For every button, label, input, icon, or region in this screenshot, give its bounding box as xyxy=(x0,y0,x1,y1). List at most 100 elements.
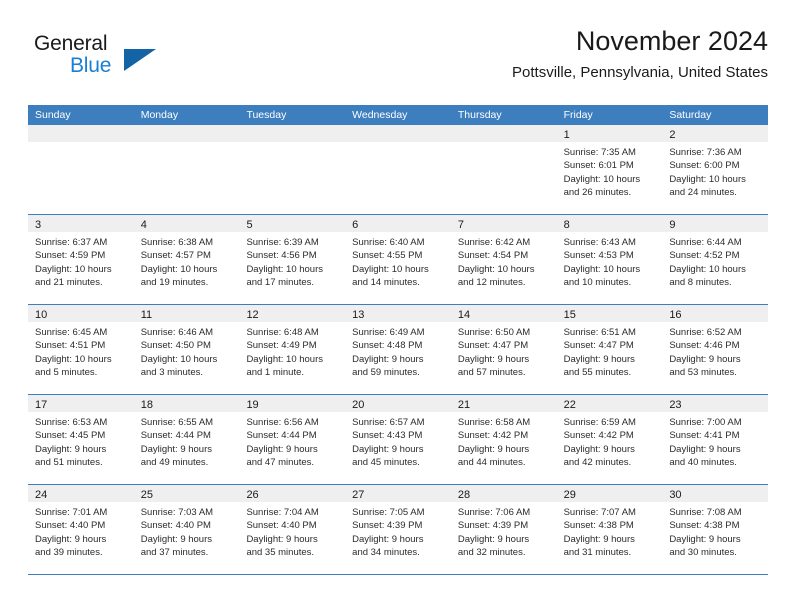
sunset-text: Sunset: 4:57 PM xyxy=(140,250,211,262)
sunrise-text: Sunrise: 6:45 AM xyxy=(35,327,108,338)
page-title: November 2024 xyxy=(575,26,768,56)
generalblue-logo[interactable]: General Blue xyxy=(34,32,214,88)
day-cell[interactable]: 16 Sunrise: 6:52 AM Sunset: 4:46 PM Dayligh… xyxy=(662,305,769,394)
weekday-wednesday: Wednesday xyxy=(352,109,408,121)
day-cell[interactable]: 23 Sunrise: 7:00 AM Sunset: 4:41 PM Dayligh… xyxy=(662,395,769,484)
daylight-text-2: and 32 minutes. xyxy=(457,547,526,559)
sunrise-text: Sunrise: 7:03 AM xyxy=(140,507,214,518)
day-cell[interactable]: 5 Sunrise: 6:39 AM Sunset: 4:56 PM Daylight… xyxy=(239,215,346,304)
sunset-text: Sunset: 4:55 PM xyxy=(352,250,423,262)
day-cell-empty xyxy=(345,125,451,214)
day-number: 30 xyxy=(669,489,682,501)
day-number-band: 6 xyxy=(345,215,451,232)
day-cell[interactable]: 20 Sunrise: 6:57 AM Sunset: 4:43 PM Dayligh… xyxy=(345,395,451,484)
day-cell[interactable]: 18 Sunrise: 6:55 AM Sunset: 4:44 PM Dayligh… xyxy=(133,395,240,484)
day-cell[interactable]: 1 Sunrise: 7:35 AM Sunset: 6:01 PM Daylight… xyxy=(556,125,663,214)
day-number: 15 xyxy=(563,309,576,321)
day-cell[interactable]: 12 Sunrise: 6:48 AM Sunset: 4:49 PM Dayligh… xyxy=(239,305,346,394)
week-row: 17 Sunrise: 6:53 AM Sunset: 4:45 PM Dayligh… xyxy=(28,395,769,485)
day-number: 14 xyxy=(457,309,471,321)
sunset-text: Sunset: 6:01 PM xyxy=(563,160,634,172)
sunset-text: Sunset: 4:40 PM xyxy=(35,520,106,532)
daylight-text-2: and 5 minutes. xyxy=(35,367,98,379)
day-cell[interactable]: 17 Sunrise: 6:53 AM Sunset: 4:45 PM Dayligh… xyxy=(28,395,134,484)
day-cell[interactable]: 10 Sunrise: 6:45 AM Sunset: 4:51 PM Dayligh… xyxy=(28,305,134,394)
day-number: 8 xyxy=(563,219,570,231)
day-number: 29 xyxy=(563,489,576,501)
sunset-text: Sunset: 4:45 PM xyxy=(35,430,106,442)
day-number: 21 xyxy=(457,399,471,411)
day-details: Sunrise: 6:43 AM Sunset: 4:53 PM Daylight:… xyxy=(557,232,663,290)
daylight-text-1: Daylight: 9 hours xyxy=(563,353,635,365)
daylight-text-2: and 3 minutes. xyxy=(140,367,204,379)
day-number: 24 xyxy=(35,489,48,501)
sunrise-text: Sunrise: 7:06 AM xyxy=(457,507,531,518)
day-details: Sunrise: 7:06 AM Sunset: 4:39 PM Daylight:… xyxy=(451,502,557,560)
day-cell[interactable]: 8 Sunrise: 6:43 AM Sunset: 4:53 PM Daylight… xyxy=(556,215,663,304)
sunrise-text: Sunrise: 6:46 AM xyxy=(140,327,214,338)
sunset-text: Sunset: 4:44 PM xyxy=(140,430,211,442)
title-block: November 2024 Pottsville, Pennsylvania, … xyxy=(512,24,768,84)
day-number-band: 15 xyxy=(556,305,663,322)
day-cell[interactable]: 7 Sunrise: 6:42 AM Sunset: 4:54 PM Daylight… xyxy=(450,215,557,304)
day-cell[interactable]: 25 Sunrise: 7:03 AM Sunset: 4:40 PM Dayligh… xyxy=(133,485,240,574)
day-number-band xyxy=(133,125,240,142)
day-cell-empty xyxy=(450,125,557,214)
weekday-monday: Monday xyxy=(140,109,179,121)
day-cell[interactable]: 9 Sunrise: 6:44 AM Sunset: 4:52 PM Daylight… xyxy=(662,215,769,304)
day-cell[interactable]: 11 Sunrise: 6:46 AM Sunset: 4:50 PM Dayligh… xyxy=(133,305,240,394)
day-number: 11 xyxy=(140,309,153,321)
day-cell[interactable]: 15 Sunrise: 6:51 AM Sunset: 4:47 PM Dayligh… xyxy=(556,305,663,394)
week-row: 1 Sunrise: 7:35 AM Sunset: 6:01 PM Daylight… xyxy=(28,125,769,215)
day-details: Sunrise: 6:39 AM Sunset: 4:56 PM Daylight:… xyxy=(239,232,345,290)
daylight-text-1: Daylight: 10 hours xyxy=(246,353,324,365)
daylight-text-1: Daylight: 9 hours xyxy=(35,533,107,545)
day-cell[interactable]: 2 Sunrise: 7:36 AM Sunset: 6:00 PM Daylight… xyxy=(662,125,769,214)
daylight-text-1: Daylight: 9 hours xyxy=(246,533,318,545)
calendar-grid: Sunday Monday Tuesday Wednesday Thursday… xyxy=(28,105,769,575)
daylight-text-1: Daylight: 10 hours xyxy=(563,263,641,275)
sunset-text: Sunset: 4:47 PM xyxy=(457,340,529,352)
day-cell[interactable]: 28 Sunrise: 7:06 AM Sunset: 4:39 PM Dayligh… xyxy=(450,485,557,574)
day-number-band: 17 xyxy=(28,395,134,412)
sunrise-text: Sunrise: 6:56 AM xyxy=(246,417,319,428)
day-cell[interactable]: 22 Sunrise: 6:59 AM Sunset: 4:42 PM Dayligh… xyxy=(556,395,663,484)
day-cell[interactable]: 14 Sunrise: 6:50 AM Sunset: 4:47 PM Dayligh… xyxy=(450,305,557,394)
daylight-text-2: and 42 minutes. xyxy=(563,457,632,469)
sunset-text: Sunset: 4:54 PM xyxy=(457,250,529,262)
daylight-text-1: Daylight: 9 hours xyxy=(563,443,635,455)
day-details xyxy=(28,142,134,146)
day-cell[interactable]: 3 Sunrise: 6:37 AM Sunset: 4:59 PM Daylight… xyxy=(28,215,134,304)
sunset-text: Sunset: 4:51 PM xyxy=(35,340,106,352)
sunset-text: Sunset: 4:49 PM xyxy=(246,340,317,352)
day-cell[interactable]: 30 Sunrise: 7:08 AM Sunset: 4:38 PM Dayligh… xyxy=(662,485,769,574)
daylight-text-2: and 26 minutes. xyxy=(563,187,632,199)
day-cell[interactable]: 26 Sunrise: 7:04 AM Sunset: 4:40 PM Dayligh… xyxy=(239,485,346,574)
day-cell[interactable]: 24 Sunrise: 7:01 AM Sunset: 4:40 PM Dayligh… xyxy=(28,485,134,574)
day-number: 27 xyxy=(352,489,365,501)
day-cell[interactable]: 6 Sunrise: 6:40 AM Sunset: 4:55 PM Daylight… xyxy=(345,215,451,304)
day-cell[interactable]: 29 Sunrise: 7:07 AM Sunset: 4:38 PM Dayligh… xyxy=(556,485,663,574)
day-cell[interactable]: 13 Sunrise: 6:49 AM Sunset: 4:48 PM Dayligh… xyxy=(345,305,451,394)
day-number: 5 xyxy=(246,219,253,231)
day-cell[interactable]: 27 Sunrise: 7:05 AM Sunset: 4:39 PM Dayligh… xyxy=(345,485,451,574)
sunset-text: Sunset: 4:39 PM xyxy=(457,520,529,532)
day-details: Sunrise: 7:05 AM Sunset: 4:39 PM Daylight:… xyxy=(345,502,451,560)
day-number-band: 14 xyxy=(450,305,557,322)
day-cell[interactable]: 4 Sunrise: 6:38 AM Sunset: 4:57 PM Daylight… xyxy=(133,215,240,304)
day-number: 25 xyxy=(140,489,153,501)
daylight-text-2: and 24 minutes. xyxy=(669,187,737,199)
day-cell[interactable]: 19 Sunrise: 6:56 AM Sunset: 4:44 PM Dayligh… xyxy=(239,395,346,484)
day-number: 19 xyxy=(246,399,259,411)
day-number-band: 11 xyxy=(133,305,240,322)
day-details xyxy=(345,142,451,146)
daylight-text-1: Daylight: 9 hours xyxy=(246,443,318,455)
sunset-text: Sunset: 4:50 PM xyxy=(140,340,211,352)
day-details: Sunrise: 7:03 AM Sunset: 4:40 PM Daylight:… xyxy=(134,502,240,560)
day-details xyxy=(239,142,345,146)
day-cell[interactable]: 21 Sunrise: 6:58 AM Sunset: 4:42 PM Dayligh… xyxy=(450,395,557,484)
day-number-band: 2 xyxy=(662,125,769,142)
calendar-page: General Blue November 2024 Pottsville, P… xyxy=(0,0,792,612)
sunset-text: Sunset: 4:59 PM xyxy=(35,250,106,262)
daylight-text-1: Daylight: 9 hours xyxy=(563,533,635,545)
